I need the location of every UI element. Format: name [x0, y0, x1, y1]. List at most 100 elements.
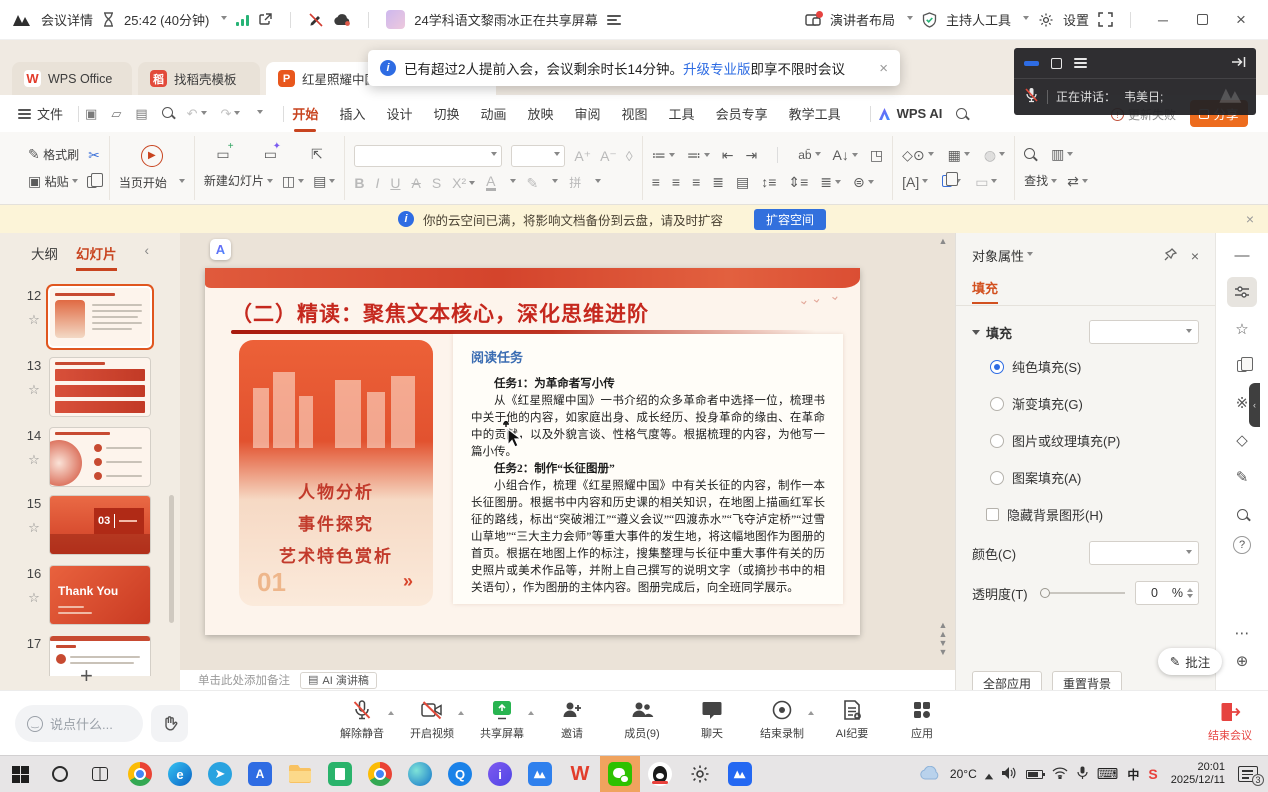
tray-expand-icon[interactable]	[985, 769, 993, 779]
shadow-icon[interactable]: S	[432, 176, 441, 190]
print-icon[interactable]: ▤	[135, 106, 147, 122]
chrome-beta-icon[interactable]	[360, 756, 400, 792]
sharing-list-icon[interactable]	[607, 13, 621, 27]
speaker-layout-button[interactable]: 演讲者布局	[830, 10, 895, 29]
volume-icon[interactable]	[1001, 766, 1017, 783]
option-picture-fill[interactable]: 图片或纹理填充(P)	[956, 422, 1215, 459]
end-meeting-button[interactable]: 结束会议	[1208, 701, 1252, 743]
keyboard-icon[interactable]: ⌨	[1097, 765, 1119, 783]
strikethrough-icon[interactable]: A	[411, 176, 420, 190]
notification-center-icon[interactable]: 3	[1238, 766, 1258, 782]
highlight-color-icon[interactable]: ✎	[527, 176, 539, 190]
play-icon[interactable]: ▶	[141, 145, 163, 167]
shapes-pane-icon[interactable]	[1227, 351, 1257, 381]
help-icon[interactable]: ?	[1233, 536, 1251, 554]
find-magnifier-icon[interactable]	[1024, 148, 1035, 159]
wps-assistant-icon[interactable]: A	[210, 239, 231, 260]
color-combo[interactable]	[1089, 541, 1199, 565]
annotate-button[interactable]: ✎批注	[1158, 648, 1222, 675]
increase-font-icon[interactable]: A⁺	[574, 149, 591, 163]
task-view-button[interactable]	[80, 756, 120, 792]
wps-icon[interactable]: W	[560, 756, 600, 792]
align-text-icon[interactable]: ⊜	[853, 175, 874, 189]
timer-caret-icon[interactable]	[221, 16, 227, 23]
layout-caret-icon[interactable]	[907, 16, 913, 23]
slide-left-card[interactable]: 人物分析 事件探究 艺术特色赏析 01 »	[239, 340, 433, 606]
edge-icon[interactable]: e	[160, 756, 200, 792]
meeting-timer[interactable]: 25:42 (40分钟)	[124, 10, 209, 29]
section-icon[interactable]: ▤	[313, 174, 335, 188]
opacity-slider[interactable]	[1040, 592, 1125, 594]
expand-triangle-icon[interactable]	[972, 330, 980, 339]
slide-title[interactable]: （二）精读：聚焦文本核心，深化思维进阶	[231, 298, 649, 328]
menu-insert[interactable]: 插入	[339, 104, 365, 123]
menu-slideshow[interactable]: 放映	[528, 104, 554, 123]
menu-tools[interactable]: 工具	[669, 104, 695, 123]
video-options-caret[interactable]	[458, 708, 464, 715]
align-left-icon[interactable]: ≡	[652, 175, 660, 189]
apps-button[interactable]: 应用	[900, 699, 944, 741]
tray-mic-icon[interactable]	[1077, 766, 1088, 783]
file-explorer-icon[interactable]	[280, 756, 320, 792]
banner-close-icon[interactable]: ×	[879, 60, 888, 77]
zoom-in-icon[interactable]: ⊕	[1227, 646, 1257, 676]
shapes-icon[interactable]: ◇⊙	[902, 148, 934, 162]
align-right-icon[interactable]: ≡	[692, 175, 700, 189]
qq-icon[interactable]	[640, 756, 680, 792]
italic-icon[interactable]: I	[375, 176, 379, 190]
print-preview-icon[interactable]	[162, 106, 173, 121]
raise-hand-button[interactable]	[151, 705, 188, 742]
option-solid-fill[interactable]: 纯色填充(S)	[956, 348, 1215, 385]
weather-icon[interactable]	[919, 766, 941, 783]
star-icon[interactable]: ☆	[24, 382, 44, 398]
sogou-icon[interactable]: S	[1148, 766, 1157, 782]
invite-button[interactable]: 邀请	[550, 699, 594, 741]
tab-outline[interactable]: 大纲	[31, 243, 58, 271]
cloud-record-icon[interactable]	[333, 13, 351, 26]
blue-a-app-icon[interactable]: A	[240, 756, 280, 792]
justify-icon[interactable]: ≣	[712, 175, 724, 189]
search-button[interactable]	[40, 756, 80, 792]
qq-browser-icon[interactable]: Q	[440, 756, 480, 792]
outline-style-icon[interactable]: ▭	[975, 175, 997, 189]
undo-icon[interactable]: ↶	[187, 106, 207, 122]
panel-close-icon[interactable]: ×	[1191, 248, 1199, 264]
wechat-icon[interactable]	[600, 756, 640, 792]
redo-icon[interactable]: ↷	[221, 106, 241, 122]
output-icon[interactable]: ▱	[111, 106, 121, 122]
input-method-icon[interactable]: 中	[1127, 766, 1139, 783]
wps-ai-button[interactable]: WPS AI	[897, 106, 943, 121]
option-pattern-fill[interactable]: 图案填充(A)	[956, 459, 1215, 496]
format-painter-button[interactable]: ✎ 格式刷	[28, 146, 79, 163]
host-tools-button[interactable]: 主持人工具	[946, 10, 1011, 29]
open-external-icon[interactable]	[258, 12, 273, 27]
tab-wps-office[interactable]: W WPS Office	[12, 62, 132, 95]
convert-smartart-icon[interactable]: ◳	[870, 148, 883, 162]
wifi-icon[interactable]	[1052, 767, 1068, 782]
font-name-combo[interactable]	[354, 145, 502, 167]
decrease-indent-icon[interactable]: ⇤	[722, 148, 734, 162]
menu-member-exclusive[interactable]: 会员专享	[716, 104, 768, 123]
chat-input[interactable]: ‿ 说点什么...	[15, 705, 143, 742]
host-tools-caret-icon[interactable]	[1023, 16, 1029, 23]
fullscreen-icon[interactable]	[1098, 12, 1113, 27]
telegram-icon[interactable]: ➤	[200, 756, 240, 792]
unmute-button[interactable]: 解除静音	[340, 699, 384, 741]
menu-transition[interactable]: 切换	[433, 104, 459, 123]
material-icon[interactable]: ◇	[1227, 425, 1257, 455]
ai-minutes-button[interactable]: AI纪要	[830, 699, 874, 741]
menu-view[interactable]: 视图	[622, 104, 648, 123]
option-hide-background[interactable]: 隐藏背景图形(H)	[956, 496, 1215, 533]
meeting-details-button[interactable]: 会议详情	[41, 10, 93, 29]
battery-icon[interactable]	[1026, 770, 1043, 779]
notes-placeholder[interactable]: 单击此处添加备注	[198, 672, 290, 688]
tab-docer-templates[interactable]: 稻 找稻壳模板	[138, 62, 260, 95]
option-gradient-fill[interactable]: 渐变填充(G)	[956, 385, 1215, 422]
textbox-icon[interactable]: [A]	[902, 175, 928, 189]
slide-editor[interactable]: （二）精读：聚焦文本核心，深化思维进阶 ⌄⌄ ⌄ 人物分析 事件探究 艺术特色赏…	[205, 268, 860, 635]
fill-icon[interactable]: ◍	[984, 148, 1005, 162]
menu-animation[interactable]: 动画	[480, 104, 506, 123]
copy-icon[interactable]	[87, 176, 97, 188]
im-app-icon[interactable]: i	[480, 756, 520, 792]
notice-close-icon[interactable]: ×	[1246, 211, 1254, 227]
